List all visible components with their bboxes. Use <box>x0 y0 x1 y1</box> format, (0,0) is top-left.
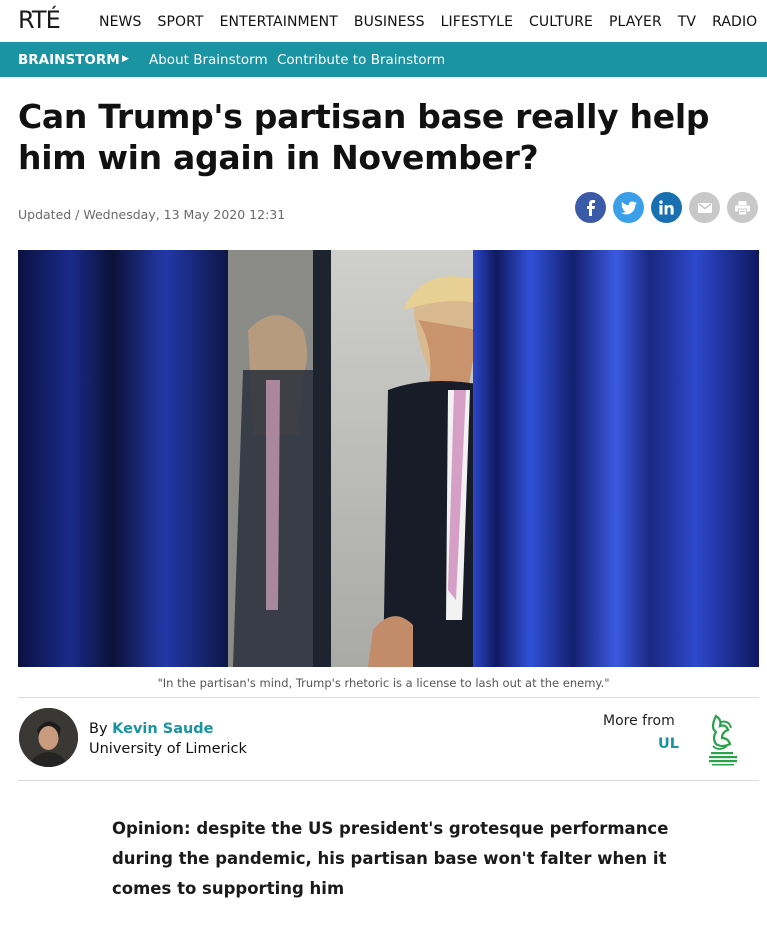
nav-business[interactable]: BUSINESS <box>354 14 425 30</box>
section-bar: BRAINSTORM ▶ About Brainstorm Contribute… <box>0 42 767 77</box>
nav-news[interactable]: NEWS <box>99 14 141 30</box>
main-nav: NEWS SPORT ENTERTAINMENT BUSINESS LIFEST… <box>99 14 757 30</box>
email-icon <box>697 202 712 213</box>
chevron-right-icon: ▶ <box>122 53 129 63</box>
author-photo <box>19 708 78 767</box>
contribute-link[interactable]: Contribute to Brainstorm <box>277 52 445 68</box>
nav-radio[interactable]: RADIO <box>712 14 757 30</box>
facebook-share-button[interactable] <box>575 192 606 223</box>
divider <box>18 780 759 781</box>
linkedin-icon <box>659 200 674 215</box>
nav-culture[interactable]: CULTURE <box>529 14 593 30</box>
university-of-limerick-logo[interactable] <box>701 712 747 768</box>
section-name[interactable]: BRAINSTORM <box>18 52 120 68</box>
more-from-ul-link[interactable]: UL <box>658 736 679 752</box>
nav-sport[interactable]: SPORT <box>157 14 203 30</box>
logo-text: RTÉ <box>18 6 61 34</box>
article-headline: Can Trump's partisan base really help hi… <box>18 97 710 177</box>
article-lede: Opinion: despite the US president's grot… <box>112 819 669 898</box>
email-share-button[interactable] <box>689 192 720 223</box>
author-avatar[interactable] <box>19 708 78 767</box>
ul-crest-icon <box>709 714 737 766</box>
byline: By Kevin Saude <box>89 721 214 737</box>
twitter-icon <box>620 200 637 214</box>
more-from-label: More from <box>603 713 675 729</box>
print-icon <box>735 200 750 215</box>
print-button[interactable] <box>727 192 758 223</box>
hero-image <box>18 250 759 667</box>
top-navigation: RTÉ NEWS SPORT ENTERTAINMENT BUSINESS LI… <box>0 0 767 42</box>
about-brainstorm-link[interactable]: About Brainstorm <box>149 52 268 68</box>
facebook-icon <box>586 199 595 216</box>
hero-photo <box>18 250 759 667</box>
twitter-share-button[interactable] <box>613 192 644 223</box>
rte-logo[interactable]: RTÉ <box>18 6 61 34</box>
author-affiliation: University of Limerick <box>89 741 247 757</box>
nav-lifestyle[interactable]: LIFESTYLE <box>441 14 513 30</box>
divider <box>18 697 759 698</box>
updated-timestamp: Updated / Wednesday, 13 May 2020 12:31 <box>18 207 286 222</box>
nav-player[interactable]: PLAYER <box>609 14 662 30</box>
linkedin-share-button[interactable] <box>651 192 682 223</box>
nav-tv[interactable]: TV <box>678 14 696 30</box>
image-caption: "In the partisan's mind, Trump's rhetori… <box>157 676 610 690</box>
nav-entertainment[interactable]: ENTERTAINMENT <box>220 14 338 30</box>
byline-prefix: By <box>89 721 108 737</box>
author-name-link[interactable]: Kevin Saude <box>112 721 213 737</box>
